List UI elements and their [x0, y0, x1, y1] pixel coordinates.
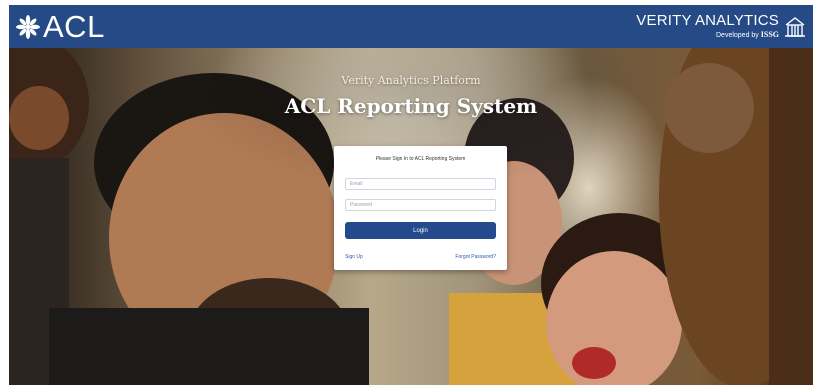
acl-logo[interactable]: ACL	[9, 11, 105, 42]
forgot-password-link[interactable]: Forgot Password?	[455, 254, 496, 260]
developed-by: Developed by ISSG	[636, 30, 779, 40]
login-card: Please Sign In to ACL Reporting System L…	[334, 146, 507, 270]
logo-text: ACL	[43, 9, 105, 44]
developed-by-label: Developed by	[716, 32, 759, 39]
asterisk-star-icon	[16, 14, 40, 39]
top-header: ACL VERITY ANALYTICS Developed by ISSG	[9, 5, 813, 48]
hero-subtitle: Verity Analytics Platform	[341, 74, 481, 87]
product-name: VERITY ANALYTICS	[636, 12, 779, 29]
building-icon	[785, 16, 805, 37]
login-button[interactable]: Login	[345, 222, 496, 239]
page-frame: ACL VERITY ANALYTICS Developed by ISSG V…	[9, 5, 813, 385]
verity-analytics-logo: VERITY ANALYTICS Developed by ISSG	[636, 13, 813, 40]
password-field[interactable]	[345, 199, 496, 211]
hero-title: ACL Reporting System	[284, 94, 538, 118]
login-heading: Please Sign In to ACL Reporting System	[375, 156, 466, 162]
signup-link[interactable]: Sign Up	[345, 254, 363, 260]
developer-name: ISSG	[760, 30, 779, 39]
email-field[interactable]	[345, 178, 496, 190]
